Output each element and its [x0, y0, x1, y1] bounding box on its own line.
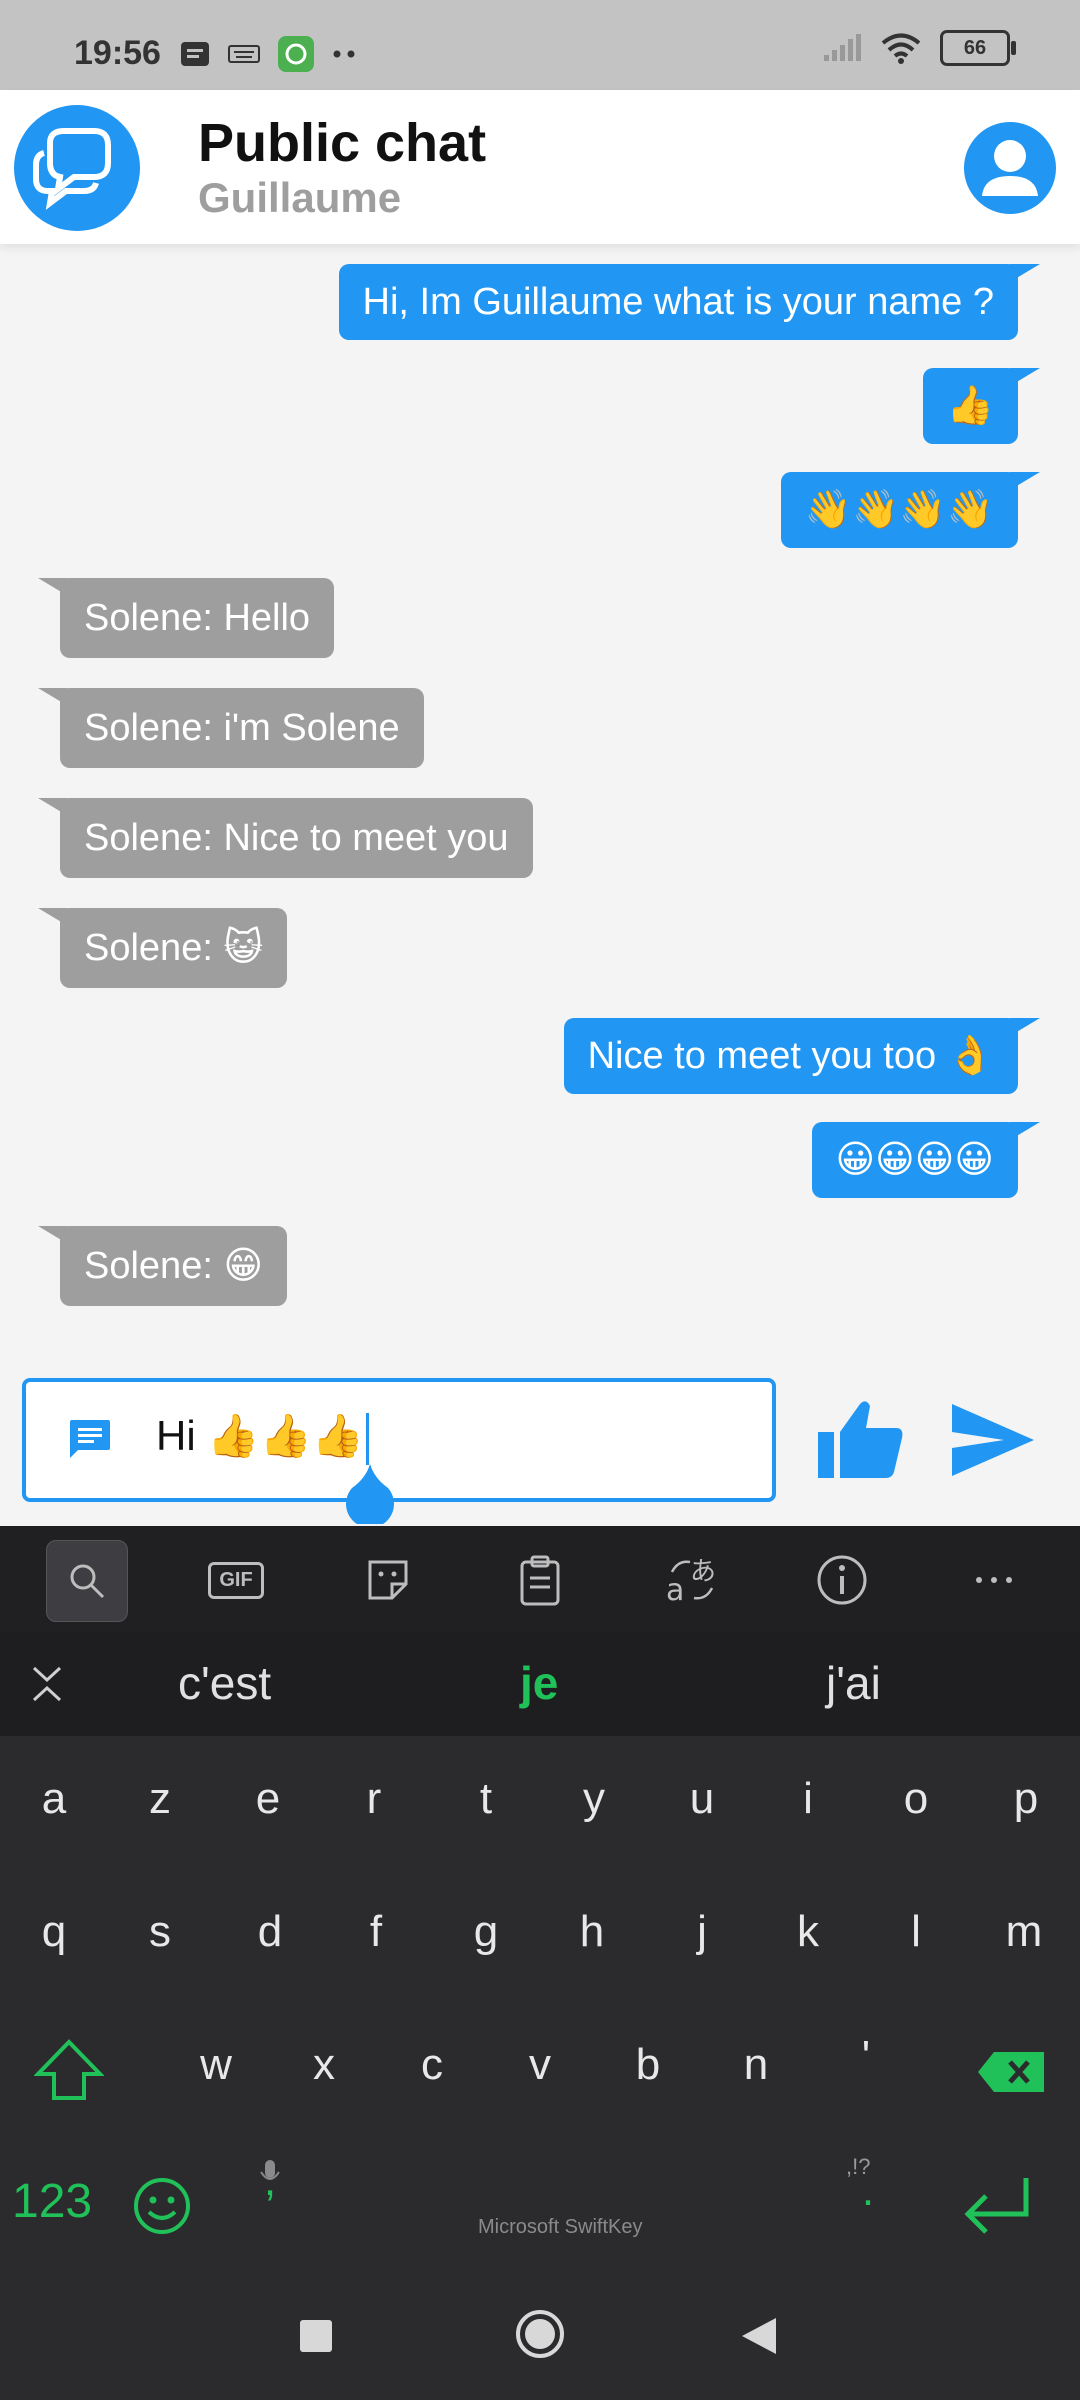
like-button[interactable]: [816, 1396, 906, 1482]
key[interactable]: g: [446, 1907, 526, 1957]
space-bar-label[interactable]: Microsoft SwiftKey: [478, 2216, 642, 2239]
key[interactable]: b: [608, 2040, 688, 2090]
suggestion-item-primary[interactable]: je: [520, 1656, 558, 1710]
suggestion-bar: c'est je j'ai: [0, 1632, 1080, 1736]
key[interactable]: v: [500, 2040, 580, 2090]
numbers-key[interactable]: 123: [12, 2174, 92, 2229]
key[interactable]: d: [230, 1907, 310, 1957]
page-subtitle: Guillaume: [198, 174, 402, 221]
key[interactable]: x: [284, 2040, 364, 2090]
key[interactable]: h: [552, 1907, 632, 1957]
system-navigation-bar: [0, 2270, 1080, 2400]
suggestion-item[interactable]: c'est: [178, 1656, 271, 1710]
key[interactable]: o: [876, 1774, 956, 1824]
key[interactable]: r: [334, 1774, 414, 1824]
status-notification-icons: [180, 36, 356, 72]
clipboard-icon[interactable]: [500, 1540, 580, 1620]
translate-icon[interactable]: aあ: [652, 1540, 732, 1620]
suggestion-item[interactable]: j'ai: [826, 1656, 881, 1710]
key[interactable]: a: [14, 1774, 94, 1824]
key[interactable]: ': [826, 2032, 906, 2082]
key[interactable]: z: [120, 1774, 200, 1824]
backspace-icon[interactable]: [976, 2050, 1046, 2094]
message-outgoing: 😀😀😀😀: [811, 1122, 1018, 1198]
profile-button[interactable]: [964, 122, 1056, 214]
comma-key[interactable]: ,: [250, 2156, 290, 2206]
soft-keyboard: GIF aあ c'est je j'ai a z e r t y u i o p: [0, 1526, 1080, 2400]
message-incoming: Solene: Nice to meet you: [60, 798, 533, 878]
key[interactable]: t: [446, 1774, 526, 1824]
message-incoming: Solene: 😁: [60, 1226, 288, 1306]
text-caret: [366, 1412, 370, 1465]
message-outgoing: 👍: [922, 368, 1018, 444]
user-icon: [982, 140, 1038, 196]
key[interactable]: q: [14, 1907, 94, 1957]
more-notifications-icon: [333, 50, 355, 58]
key[interactable]: u: [662, 1774, 742, 1824]
key[interactable]: m: [984, 1907, 1064, 1957]
more-icon[interactable]: [954, 1540, 1034, 1620]
message-incoming: Solene: i'm Solene: [60, 688, 424, 768]
sticker-icon[interactable]: [348, 1540, 428, 1620]
key[interactable]: c: [392, 2040, 472, 2090]
recents-icon[interactable]: [298, 2318, 334, 2354]
gif-icon[interactable]: GIF: [196, 1540, 276, 1620]
message-incoming: Solene: 😺: [60, 908, 288, 988]
page-title: Public chat: [198, 113, 487, 173]
key[interactable]: w: [176, 2040, 256, 2090]
chat-logo-icon: [14, 105, 140, 231]
back-icon[interactable]: [740, 2316, 778, 2356]
enter-icon[interactable]: [960, 2174, 1034, 2236]
svg-text:a: a: [666, 1573, 684, 1606]
key[interactable]: y: [554, 1774, 634, 1824]
search-icon[interactable]: [46, 1540, 128, 1622]
wifi-icon: [881, 33, 921, 64]
keyboard-toolbar: GIF aあ: [0, 1526, 1080, 1632]
period-key[interactable]: .: [848, 2166, 888, 2216]
gif-label: GIF: [208, 1561, 264, 1599]
send-button[interactable]: [950, 1402, 1036, 1478]
key[interactable]: j: [662, 1907, 742, 1957]
app-notification-icon: [278, 36, 314, 72]
message-icon: [70, 1420, 110, 1458]
notes-icon: [181, 42, 209, 66]
key[interactable]: e: [228, 1774, 308, 1824]
message-incoming: Solene: Hello: [60, 578, 335, 658]
key[interactable]: l: [876, 1907, 956, 1957]
collapse-icon[interactable]: [30, 1664, 64, 1704]
battery-indicator: 66: [940, 30, 1016, 66]
keyboard-icon: [228, 45, 260, 63]
message-outgoing: Hi, Im Guillaume what is your name ?: [338, 264, 1018, 340]
message-outgoing: 👋👋👋👋: [780, 472, 1018, 548]
message-input-text[interactable]: Hi 👍👍👍: [156, 1412, 370, 1465]
key[interactable]: k: [768, 1907, 848, 1957]
shift-icon[interactable]: [34, 2038, 104, 2102]
info-icon[interactable]: [802, 1540, 882, 1620]
status-time: 19:56: [74, 34, 161, 72]
message-outgoing: Nice to meet you too 👌: [563, 1018, 1018, 1094]
svg-text:あ: あ: [690, 1557, 716, 1587]
app-header: Public chat Guillaume: [0, 90, 1080, 244]
key[interactable]: p: [986, 1774, 1066, 1824]
cursor-handle[interactable]: [340, 1464, 400, 1524]
key[interactable]: n: [716, 2040, 796, 2090]
emoji-icon[interactable]: [132, 2176, 192, 2236]
key[interactable]: s: [120, 1907, 200, 1957]
status-system-icons: 66: [822, 30, 1016, 66]
signal-icon: [824, 34, 861, 61]
status-bar: 19:56 66: [0, 0, 1080, 90]
home-icon[interactable]: [514, 2308, 566, 2360]
key[interactable]: f: [336, 1907, 416, 1957]
key[interactable]: i: [768, 1774, 848, 1824]
